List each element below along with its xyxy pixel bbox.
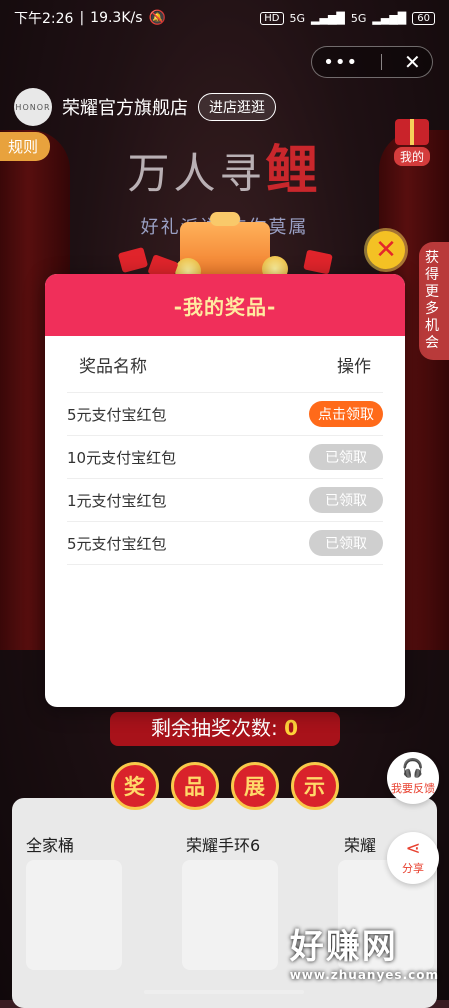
modal-title: -我的奖品- bbox=[173, 294, 277, 319]
modal-header: -我的奖品- bbox=[45, 274, 405, 336]
share-label: 分享 bbox=[402, 862, 424, 875]
title-highlight: 鲤 bbox=[265, 140, 322, 201]
home-indicator[interactable] bbox=[144, 990, 304, 994]
watermark: 好赚网 www.zhuanyes.com bbox=[290, 919, 439, 982]
remaining-label: 剩余抽奖次数: bbox=[150, 716, 278, 740]
title-main: 万人寻 bbox=[127, 149, 266, 198]
mini-app-capsule: ••• ✕ bbox=[311, 46, 433, 78]
watermark-main: 好赚网 bbox=[289, 927, 398, 967]
showcase-char: 奖 bbox=[110, 762, 159, 810]
prize-name: 10元支付宝红包 bbox=[67, 448, 177, 467]
battery-icon: 60 bbox=[412, 11, 435, 25]
shop-name[interactable]: 荣耀官方旗舰店 bbox=[62, 94, 188, 120]
more-chances-tab[interactable]: 获得更多机会 bbox=[419, 242, 449, 360]
claimed-button[interactable]: 已领取 bbox=[309, 487, 383, 513]
headset-icon: 🎧 bbox=[401, 758, 425, 779]
campaign-title: 万人寻鲤 bbox=[0, 128, 449, 203]
share-button[interactable]: ⋖ 分享 bbox=[387, 832, 439, 884]
feedback-label: 我要反馈 bbox=[391, 782, 435, 795]
table-row: 5元支付宝红包 已领取 bbox=[67, 522, 383, 565]
showcase-char: 品 bbox=[170, 762, 219, 810]
prize-table-header: 奖品名称 操作 bbox=[67, 336, 383, 393]
network-5g-1: 5G bbox=[289, 11, 306, 25]
close-icon: ✕ bbox=[375, 235, 397, 265]
enter-shop-button[interactable]: 进店逛逛 bbox=[198, 93, 276, 121]
rules-button[interactable]: 规则 bbox=[0, 132, 51, 161]
prize-name: 1元支付宝红包 bbox=[67, 491, 167, 510]
close-app-icon[interactable]: ✕ bbox=[404, 50, 421, 74]
network-5g-2: 5G bbox=[350, 11, 367, 25]
table-row: 1元支付宝红包 已领取 bbox=[67, 479, 383, 522]
showcase-char: 示 bbox=[290, 762, 339, 810]
table-row: 10元支付宝红包 已领取 bbox=[67, 436, 383, 479]
status-bar: 下午2:26 | 19.3K/s 🔕 HD 5G ▂▄▆█ 5G ▂▄▆█ 60 bbox=[0, 0, 449, 36]
claimed-button[interactable]: 已领取 bbox=[309, 530, 383, 556]
shop-header: HONOR 荣耀官方旗舰店 进店逛逛 bbox=[14, 88, 276, 126]
gift-icon bbox=[395, 119, 429, 145]
claim-button[interactable]: 点击领取 bbox=[309, 401, 383, 427]
prize-table: 奖品名称 操作 5元支付宝红包 点击领取 10元支付宝红包 已领取 1元支付宝红… bbox=[45, 336, 405, 565]
showcase-char: 展 bbox=[230, 762, 279, 810]
feedback-button[interactable]: 🎧 我要反馈 bbox=[387, 752, 439, 804]
network-speed: 19.3K/s bbox=[90, 10, 143, 26]
claimed-button[interactable]: 已领取 bbox=[309, 444, 383, 470]
col-prize-name: 奖品名称 bbox=[79, 356, 147, 377]
mute-icon: 🔕 bbox=[148, 10, 166, 26]
col-action: 操作 bbox=[337, 356, 371, 377]
hd-icon: HD bbox=[260, 11, 284, 25]
remaining-count: 0 bbox=[284, 716, 299, 740]
my-prizes-modal: -我的奖品- 奖品名称 操作 5元支付宝红包 点击领取 10元支付宝红包 已领取… bbox=[45, 274, 405, 707]
table-row: 5元支付宝红包 点击领取 bbox=[67, 393, 383, 436]
prize-name: 5元支付宝红包 bbox=[67, 534, 167, 553]
my-prizes-label: 我的 bbox=[393, 147, 430, 166]
remaining-draws: 剩余抽奖次数: 0 bbox=[0, 712, 449, 741]
more-icon[interactable]: ••• bbox=[323, 52, 358, 73]
modal-close-button[interactable]: ✕ bbox=[367, 231, 405, 269]
signal-icon-2: ▂▄▆█ bbox=[372, 11, 407, 25]
share-icon: ⋖ bbox=[405, 838, 421, 859]
prize-name: 5元支付宝红包 bbox=[67, 405, 167, 424]
watermark-url: www.zhuanyes.com bbox=[289, 968, 439, 982]
shop-logo[interactable]: HONOR bbox=[14, 88, 52, 126]
signal-icon: ▂▄▆█ bbox=[311, 11, 345, 25]
prize-showcase-title: 奖 品 展 示 bbox=[0, 762, 449, 810]
my-prizes-button[interactable]: 我的 bbox=[389, 114, 435, 166]
status-time: 下午2:26 bbox=[14, 11, 74, 27]
